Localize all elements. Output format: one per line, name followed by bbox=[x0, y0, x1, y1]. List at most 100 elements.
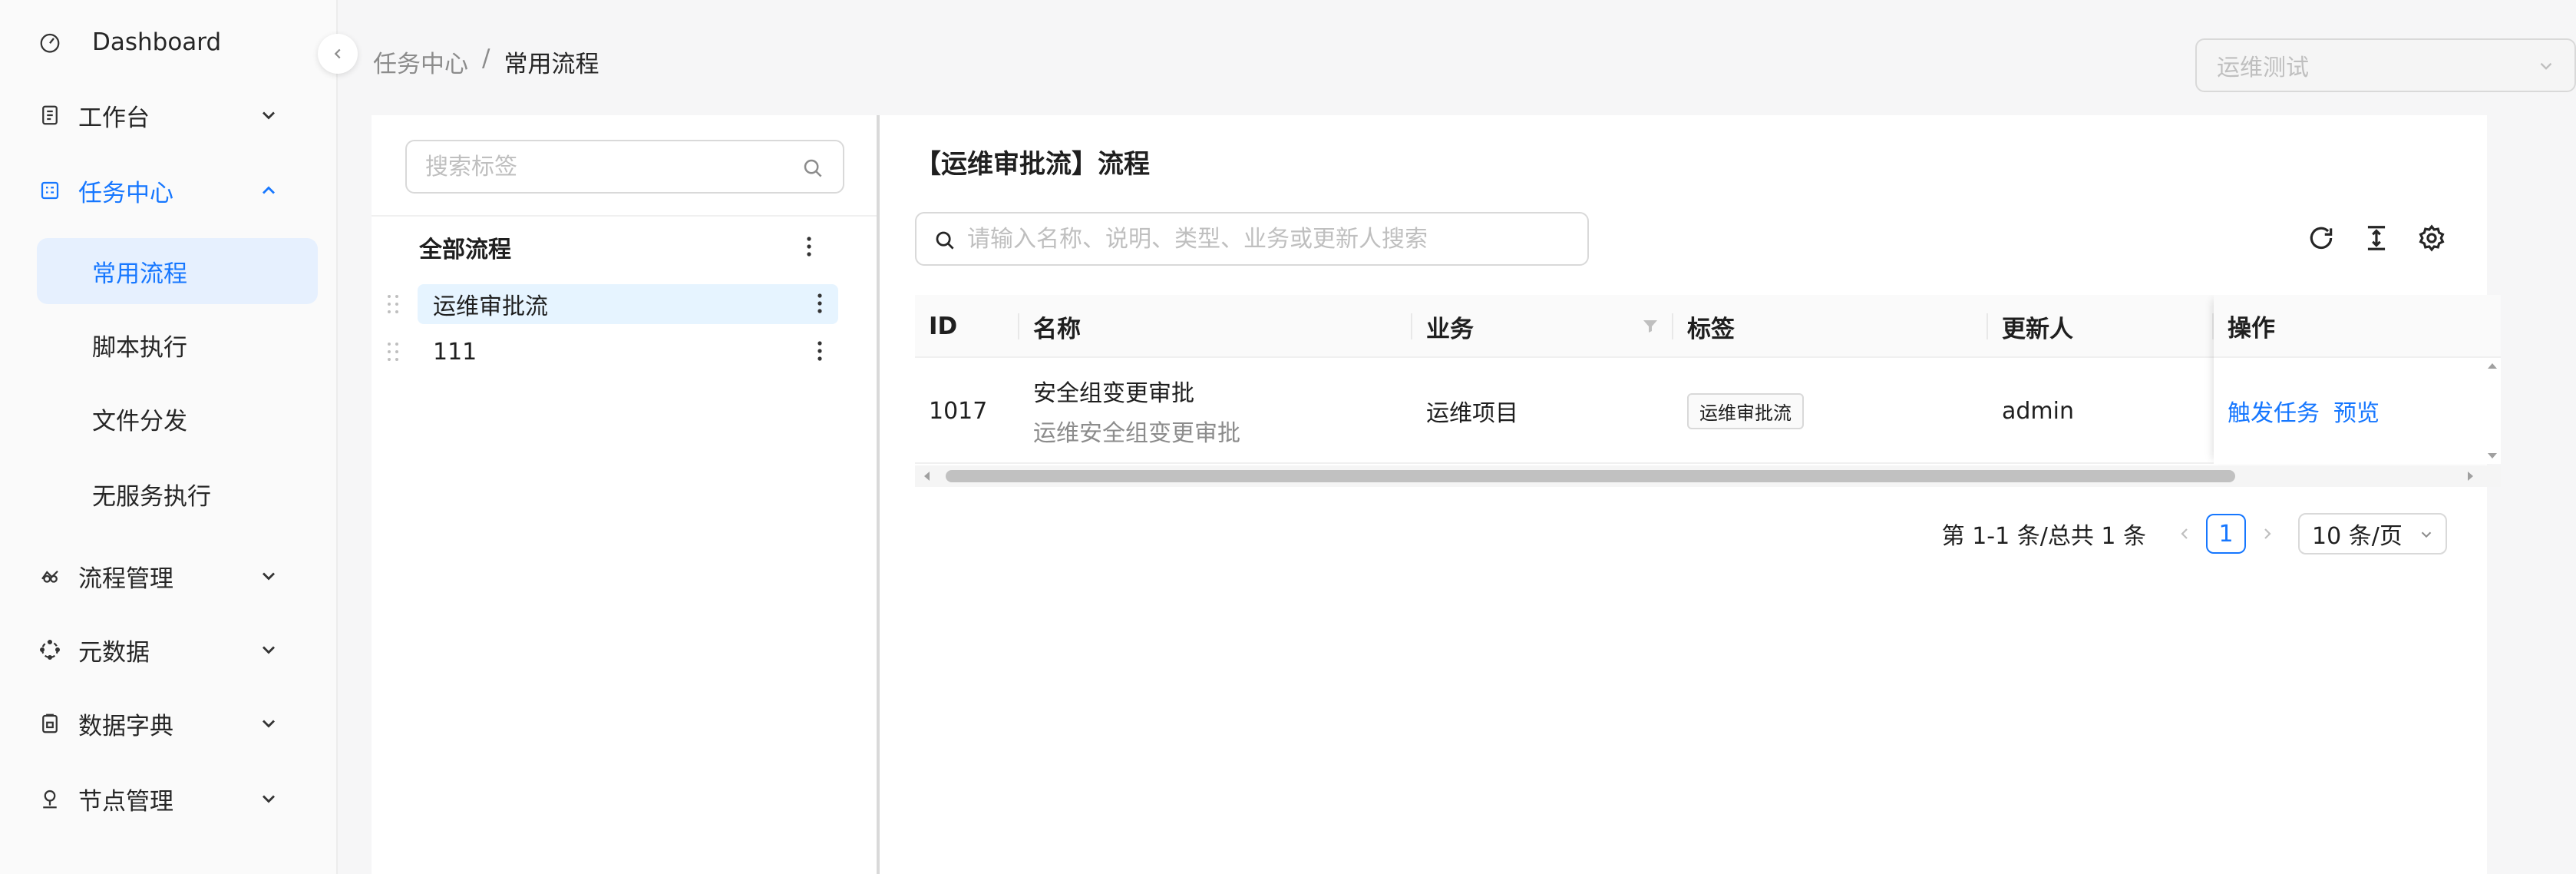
column-height-button[interactable] bbox=[2361, 223, 2392, 253]
preview-link[interactable]: 预览 bbox=[2333, 400, 2379, 427]
vertical-scrollbar[interactable] bbox=[2484, 358, 2501, 464]
tree-item-tag[interactable]: 111 bbox=[418, 332, 838, 372]
pagination-total: 第 1-1 条/总共 1 条 bbox=[1941, 523, 2146, 550]
nav-common-flows[interactable]: 常用流程 bbox=[37, 238, 318, 304]
flow-search-input[interactable] bbox=[967, 225, 1566, 253]
tag-chip: 运维审批流 bbox=[1687, 392, 1804, 429]
nav-task-center[interactable]: 任务中心 bbox=[37, 160, 301, 221]
nav-flow-mgmt-label: 流程管理 bbox=[78, 564, 173, 593]
more-vertical-icon[interactable] bbox=[806, 235, 812, 258]
search-icon bbox=[936, 231, 954, 250]
breadcrumb-parent[interactable]: 任务中心 bbox=[373, 45, 468, 79]
column-header-label: 更新人 bbox=[2002, 315, 2073, 343]
drag-handle-icon[interactable] bbox=[385, 341, 401, 363]
actions-column: 操作 触发任务 预览 bbox=[2214, 295, 2501, 464]
pagination: 第 1-1 条/总共 1 条 1 10 条/页 bbox=[1942, 513, 2447, 555]
sidebar-collapse-button[interactable] bbox=[318, 34, 358, 74]
tag-search-input[interactable] bbox=[425, 153, 794, 180]
location-pin-icon bbox=[37, 786, 63, 812]
nav-flow-mgmt[interactable]: 流程管理 bbox=[37, 545, 301, 607]
settings-button[interactable] bbox=[2416, 223, 2447, 253]
chevron-down-icon bbox=[2540, 62, 2552, 70]
breadcrumb-separator: / bbox=[482, 45, 490, 72]
tree-root-label: 全部流程 bbox=[419, 237, 511, 263]
flow-list-title: 【运维审批流】流程 bbox=[915, 149, 1150, 180]
chevron-right-icon bbox=[2264, 528, 2271, 539]
nav-node-mgmt-label: 节点管理 bbox=[78, 787, 173, 816]
tree-item-label: 111 bbox=[433, 338, 477, 366]
nav-dictionary[interactable]: 数据字典 bbox=[37, 693, 301, 754]
tree-root-all-flows[interactable]: 全部流程 bbox=[407, 227, 827, 267]
chevron-up-icon bbox=[263, 186, 275, 194]
column-header-label: ID bbox=[929, 313, 958, 340]
trigger-task-link[interactable]: 触发任务 bbox=[2228, 400, 2320, 427]
more-vertical-icon[interactable] bbox=[817, 292, 823, 315]
flow-description: 运维安全组变更审批 bbox=[1033, 420, 1240, 447]
cell-actions: 触发任务 预览 bbox=[2214, 358, 2393, 464]
next-page-button[interactable] bbox=[2252, 518, 2283, 549]
flow-name: 安全组变更审批 bbox=[1033, 380, 1194, 407]
nav-file-dist[interactable]: 文件分发 bbox=[37, 386, 318, 452]
page-number[interactable]: 1 bbox=[2206, 514, 2246, 554]
nav-metadata[interactable]: 元数据 bbox=[37, 619, 301, 680]
dashboard-icon bbox=[37, 29, 63, 55]
environment-select-value: 运维测试 bbox=[2217, 55, 2309, 81]
horizontal-scrollbar[interactable] bbox=[915, 465, 2501, 487]
gear-icon bbox=[2419, 224, 2445, 252]
breadcrumb: 任务中心 / 常用流程 bbox=[373, 45, 599, 79]
flow-search[interactable] bbox=[915, 212, 1589, 266]
cell-updater-value: admin bbox=[2002, 397, 2074, 425]
task-icon bbox=[37, 177, 63, 204]
scrollbar-thumb[interactable] bbox=[946, 470, 2235, 482]
prev-page-button[interactable] bbox=[2169, 518, 2200, 549]
nav-node-mgmt[interactable]: 节点管理 bbox=[37, 768, 301, 829]
drag-handle-icon[interactable] bbox=[385, 293, 401, 315]
column-header-label: 业务 bbox=[1426, 315, 1474, 343]
nav-workbench[interactable]: 工作台 bbox=[37, 84, 301, 146]
flow-table: ID 名称 业务 标签 更新人 1017 安全组变更审批 运维安全组变更审批 运… bbox=[915, 295, 2501, 487]
scroll-right-icon[interactable] bbox=[2462, 468, 2478, 484]
breadcrumb-current: 常用流程 bbox=[504, 51, 599, 78]
environment-select[interactable]: 运维测试 bbox=[2195, 38, 2576, 92]
cell-tag: 运维审批流 bbox=[1673, 358, 1988, 464]
refresh-icon bbox=[2310, 227, 2333, 250]
document-icon bbox=[37, 102, 63, 128]
refresh-button[interactable] bbox=[2306, 223, 2337, 253]
cell-name: 安全组变更审批 运维安全组变更审批 bbox=[1019, 358, 1412, 464]
tag-search[interactable] bbox=[405, 140, 844, 194]
chevron-down-icon bbox=[263, 795, 275, 803]
column-header-name[interactable]: 名称 bbox=[1019, 295, 1412, 358]
page-size-value: 10 条/页 bbox=[2312, 523, 2403, 550]
nav-metadata-label: 元数据 bbox=[78, 638, 150, 667]
nav-script-exec-label: 脚本执行 bbox=[92, 333, 187, 362]
table-toolbar bbox=[2306, 223, 2447, 253]
nav-workbench-label: 工作台 bbox=[78, 104, 150, 132]
nav-dashboard[interactable]: Dashboard bbox=[37, 12, 301, 73]
nav-dictionary-label: 数据字典 bbox=[78, 712, 173, 740]
tree-item-tag[interactable]: 运维审批流 bbox=[418, 284, 838, 324]
column-header-updater[interactable]: 更新人 bbox=[1988, 295, 2214, 358]
metadata-icon bbox=[37, 637, 63, 663]
nav-task-center-label: 任务中心 bbox=[78, 179, 173, 207]
cell-updater: admin bbox=[1988, 358, 2214, 464]
filter-icon[interactable] bbox=[1641, 316, 1660, 335]
scroll-left-icon[interactable] bbox=[920, 468, 935, 484]
tag-panel: 全部流程 运维审批流 111 bbox=[372, 115, 880, 874]
dictionary-icon bbox=[37, 710, 63, 737]
column-header-label: 标签 bbox=[1687, 315, 1735, 343]
sidebar: Dashboard 工作台 任务中心 常用流程 脚本执行 文件分发 无服务执行 … bbox=[0, 0, 338, 874]
column-header-id[interactable]: ID bbox=[915, 295, 1019, 358]
chevron-down-icon bbox=[263, 646, 275, 654]
page-size-select[interactable]: 10 条/页 bbox=[2298, 513, 2447, 555]
search-icon[interactable] bbox=[801, 157, 824, 180]
more-vertical-icon[interactable] bbox=[817, 339, 823, 363]
cell-id-value: 1017 bbox=[929, 397, 988, 425]
nav-serverless-exec-label: 无服务执行 bbox=[92, 482, 211, 511]
nav-serverless-exec[interactable]: 无服务执行 bbox=[37, 461, 318, 527]
chevron-down-icon bbox=[263, 111, 275, 120]
column-header-business[interactable]: 业务 bbox=[1412, 295, 1673, 358]
nav-dashboard-label: Dashboard bbox=[92, 28, 222, 56]
nav-script-exec[interactable]: 脚本执行 bbox=[37, 312, 318, 378]
content-panel: 全部流程 运维审批流 111 【运维审批流】流程 bbox=[372, 115, 2501, 874]
column-header-tag[interactable]: 标签 bbox=[1673, 295, 1988, 358]
